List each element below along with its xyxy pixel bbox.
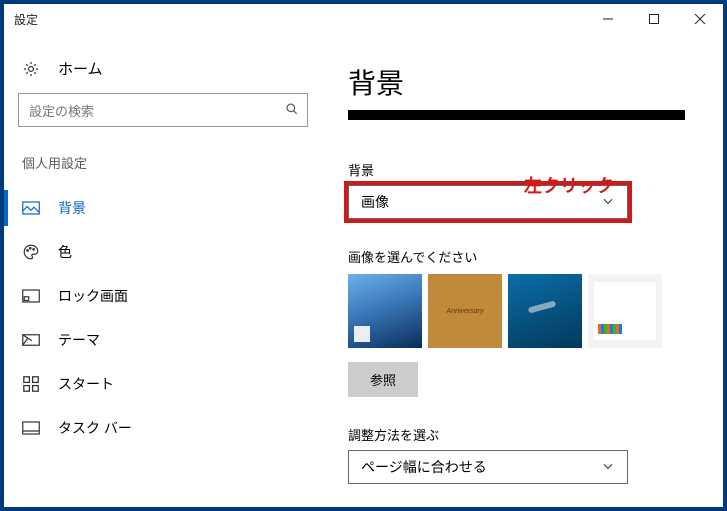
content-area: 背景 左クリック 背景 画像 画像を選んでください Anniversary 参照: [314, 34, 723, 507]
browse-button-label: 参照: [370, 373, 396, 388]
window-title: 設定: [14, 11, 38, 28]
sidebar-item-start[interactable]: スタート: [4, 362, 314, 406]
fit-dropdown[interactable]: ページ幅に合わせる: [348, 450, 628, 484]
search-placeholder: 設定の検索: [29, 101, 94, 120]
search-wrap: 設定の検索: [4, 93, 314, 145]
annotation-left-click: 左クリック: [524, 172, 614, 198]
thumbnail-4[interactable]: [588, 274, 662, 348]
sidebar-item-label: ロック画面: [58, 286, 128, 306]
background-dropdown-value: 画像: [361, 192, 389, 212]
sidebar-item-background[interactable]: 背景: [4, 186, 314, 230]
image-thumbnails: Anniversary: [348, 274, 685, 348]
gear-icon: [22, 60, 40, 78]
browse-button[interactable]: 参照: [348, 362, 418, 397]
sidebar-item-label: タスク バー: [58, 418, 132, 438]
sidebar-item-label: スタート: [58, 374, 114, 394]
maximize-button[interactable]: [631, 4, 677, 34]
choose-image-label: 画像を選んでください: [348, 247, 685, 266]
sidebar-item-colors[interactable]: 色: [4, 230, 314, 274]
thumbnail-1[interactable]: [348, 274, 422, 348]
chevron-down-icon: [601, 459, 615, 476]
title-underline: [348, 110, 685, 120]
background-label: 背景: [348, 160, 685, 179]
sidebar-section-header: 個人用設定: [4, 145, 314, 186]
sidebar: ホーム 設定の検索 個人用設定: [4, 34, 314, 507]
home-label: ホーム: [58, 58, 103, 79]
thumbnail-3[interactable]: [508, 274, 582, 348]
picture-icon: [22, 201, 40, 215]
themes-icon: [22, 332, 40, 348]
fit-dropdown-value: ページ幅に合わせる: [361, 457, 487, 477]
taskbar-icon: [22, 421, 40, 435]
window-body: ホーム 設定の検索 個人用設定: [4, 34, 723, 507]
start-icon: [22, 376, 40, 392]
sidebar-item-label: 色: [58, 242, 72, 262]
thumbnail-2[interactable]: Anniversary: [428, 274, 502, 348]
lockscreen-icon: [22, 289, 40, 303]
close-button[interactable]: [677, 4, 723, 34]
fit-label: 調整方法を選ぶ: [348, 425, 685, 444]
home-nav[interactable]: ホーム: [4, 44, 314, 93]
sidebar-item-label: 背景: [58, 198, 86, 218]
search-icon: [285, 102, 299, 119]
sidebar-item-label: テーマ: [58, 330, 100, 350]
palette-icon: [22, 243, 40, 261]
settings-window: 設定 ホーム: [0, 0, 727, 511]
sidebar-item-themes[interactable]: テーマ: [4, 318, 314, 362]
window-controls: [585, 4, 723, 34]
sidebar-item-taskbar[interactable]: タスク バー: [4, 406, 314, 450]
sidebar-item-lockscreen[interactable]: ロック画面: [4, 274, 314, 318]
minimize-button[interactable]: [585, 4, 631, 34]
search-input[interactable]: 設定の検索: [18, 93, 308, 127]
titlebar: 設定: [4, 4, 723, 34]
page-title: 背景: [348, 62, 685, 102]
